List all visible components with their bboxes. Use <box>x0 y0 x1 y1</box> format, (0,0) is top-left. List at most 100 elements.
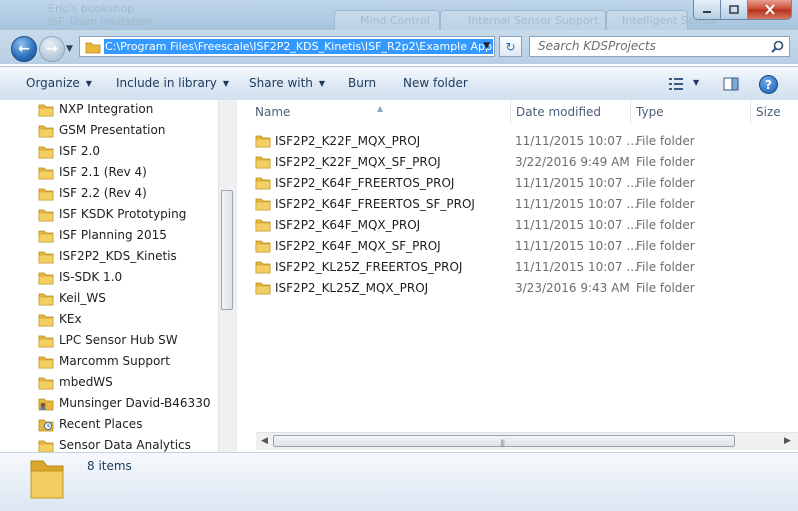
file-row[interactable]: ISF2P2_K64F_MQX_SF_PROJ 11/11/2015 10:07 … <box>237 235 798 256</box>
file-list: Name ▲ Date modified Type Size ISF2P2_K2… <box>237 100 798 452</box>
item-count: 8 items <box>87 459 132 473</box>
file-row[interactable]: ISF2P2_K64F_MQX_PROJ 11/11/2015 10:07 ...… <box>237 214 798 235</box>
scrollbar-thumb[interactable] <box>221 190 233 310</box>
address-bar[interactable]: C:\Program Files\Freescale\ISF2P2_KDS_Ki… <box>79 36 495 57</box>
nav-item[interactable]: NXP Integration <box>0 100 222 120</box>
nav-item[interactable]: GSM Presentation <box>0 120 222 141</box>
folder-icon <box>38 335 54 348</box>
minimize-button[interactable] <box>693 0 721 20</box>
help-icon: ? <box>765 77 772 92</box>
file-type: File folder <box>636 155 695 169</box>
file-date: 11/11/2015 10:07 ... <box>515 134 638 148</box>
background-title: Eric's bookshop <box>48 2 135 15</box>
file-row[interactable]: ISF2P2_K64F_FREERTOS_PROJ 11/11/2015 10:0… <box>237 172 798 193</box>
file-row[interactable]: ISF2P2_K64F_FREERTOS_SF_PROJ 11/11/2015 1… <box>237 193 798 214</box>
grip-icon: ||| <box>500 439 505 447</box>
file-row[interactable]: ISF2P2_KL25Z_FREERTOS_PROJ 11/11/2015 10:… <box>237 256 798 277</box>
organize-button[interactable]: Organize ▼ <box>26 76 92 90</box>
nav-item-label: GSM Presentation <box>59 123 166 137</box>
file-date: 3/23/2016 9:43 AM <box>515 281 630 295</box>
nav-item[interactable]: Sensor Data Analytics <box>0 435 222 452</box>
arrow-left-icon: ← <box>18 41 30 57</box>
minimize-icon <box>703 10 711 13</box>
column-name-label: Name <box>255 105 291 119</box>
forward-button[interactable]: → <box>39 36 65 62</box>
file-name: ISF2P2_KL25Z_MQX_PROJ <box>275 281 429 295</box>
folder-icon <box>38 104 54 117</box>
file-date: 3/22/2016 9:49 AM <box>515 155 630 169</box>
column-header-date[interactable]: Date modified <box>511 100 631 124</box>
nav-item[interactable]: ISF 2.1 (Rev 4) <box>0 162 222 183</box>
folder-icon <box>38 356 54 369</box>
sort-ascending-icon: ▲ <box>377 104 384 113</box>
folder-icon <box>85 42 101 54</box>
file-type: File folder <box>636 260 695 274</box>
navigation-scrollbar[interactable] <box>218 100 236 452</box>
chevron-down-icon: ▼ <box>318 79 326 88</box>
share-with-label: Share with <box>249 76 313 90</box>
scrollbar-thumb[interactable]: ||| <box>273 435 735 447</box>
nav-item[interactable]: Marcomm Support <box>0 351 222 372</box>
file-row[interactable]: ISF2P2_KL25Z_MQX_PROJ 3/23/2016 9:43 AM Fi… <box>237 277 798 298</box>
folder-icon <box>255 177 271 190</box>
nav-item[interactable]: Munsinger David-B46330 <box>0 393 222 414</box>
close-button[interactable] <box>748 0 792 20</box>
folder-icon <box>38 314 54 327</box>
nav-item-label: NXP Integration <box>59 102 154 116</box>
nav-item[interactable]: ISF2P2_KDS_Kinetis <box>0 246 222 267</box>
burn-button[interactable]: Burn <box>348 76 376 90</box>
search-icon[interactable] <box>771 40 784 53</box>
file-type: File folder <box>636 134 695 148</box>
nav-item[interactable]: ISF 2.2 (Rev 4) <box>0 183 222 204</box>
share-with-button[interactable]: Share with ▼ <box>249 76 325 90</box>
horizontal-scrollbar[interactable]: ◀ ||| ▶ <box>256 432 798 450</box>
refresh-button[interactable]: ↻ <box>499 36 522 57</box>
column-header-name[interactable]: Name ▲ <box>237 100 511 124</box>
nav-item-label: ISF2P2_KDS_Kinetis <box>59 249 177 263</box>
nav-item[interactable]: Recent Places <box>0 414 222 435</box>
include-in-library-button[interactable]: Include in library ▼ <box>116 76 229 90</box>
file-row[interactable]: ISF2P2_K22F_MQX_SF_PROJ 3/22/2016 9:49 AM… <box>237 151 798 172</box>
view-options-icon[interactable] <box>668 77 684 91</box>
nav-item[interactable]: ISF Planning 2015 <box>0 225 222 246</box>
file-name: ISF2P2_K22F_MQX_PROJ <box>275 134 421 148</box>
nav-item[interactable]: ISF KSDK Prototyping <box>0 204 222 225</box>
file-row[interactable]: ISF2P2_K22F_MQX_PROJ 11/11/2015 10:07 ...… <box>237 130 798 151</box>
column-header-size[interactable]: Size <box>751 100 798 124</box>
nav-item[interactable]: mbedWS <box>0 372 222 393</box>
chevron-down-icon[interactable]: ▼ <box>483 41 490 51</box>
help-button[interactable]: ? <box>759 75 778 94</box>
file-name: ISF2P2_K64F_MQX_PROJ <box>275 218 421 232</box>
recent-locations-dropdown-icon[interactable]: ▼ <box>66 44 73 54</box>
folder-icon <box>255 282 271 295</box>
nav-item[interactable]: IS-SDK 1.0 <box>0 267 222 288</box>
scroll-left-icon[interactable]: ◀ <box>261 436 268 446</box>
navigation-pane[interactable]: NXP Integration GSM Presentation ISF 2.0… <box>0 100 234 452</box>
window-controls <box>693 0 792 20</box>
folder-icon <box>38 209 54 222</box>
search-box[interactable]: Search KDSProjects <box>529 36 790 57</box>
nav-item[interactable]: KEx <box>0 309 222 330</box>
maximize-button[interactable] <box>721 0 748 20</box>
file-name: ISF2P2_K64F_FREERTOS_PROJ <box>275 176 455 190</box>
chevron-down-icon: ▼ <box>85 79 92 88</box>
nav-item-label: LPC Sensor Hub SW <box>59 333 178 347</box>
chevron-down-icon: ▼ <box>222 79 230 88</box>
nav-item-label: ISF Planning 2015 <box>59 228 167 242</box>
nav-item[interactable]: Keil_WS <box>0 288 222 309</box>
back-button[interactable]: ← <box>11 36 37 62</box>
nav-item-label: IS-SDK 1.0 <box>59 270 123 284</box>
column-header-type[interactable]: Type <box>631 100 751 124</box>
scroll-right-icon[interactable]: ▶ <box>784 436 791 446</box>
nav-item-label: Keil_WS <box>59 291 106 305</box>
nav-item-label: Sensor Data Analytics <box>59 438 191 452</box>
address-path[interactable]: C:\Program Files\Freescale\ISF2P2_KDS_Ki… <box>104 39 493 54</box>
new-folder-button[interactable]: New folder <box>403 76 468 90</box>
nav-item[interactable]: LPC Sensor Hub SW <box>0 330 222 351</box>
preview-pane-icon[interactable] <box>723 77 739 91</box>
folder-icon <box>255 261 271 274</box>
user-folder-icon <box>38 398 54 411</box>
view-dropdown-icon[interactable]: ▼ <box>693 78 699 87</box>
nav-item[interactable]: ISF 2.0 <box>0 141 222 162</box>
file-name: ISF2P2_K22F_MQX_SF_PROJ <box>275 155 441 169</box>
